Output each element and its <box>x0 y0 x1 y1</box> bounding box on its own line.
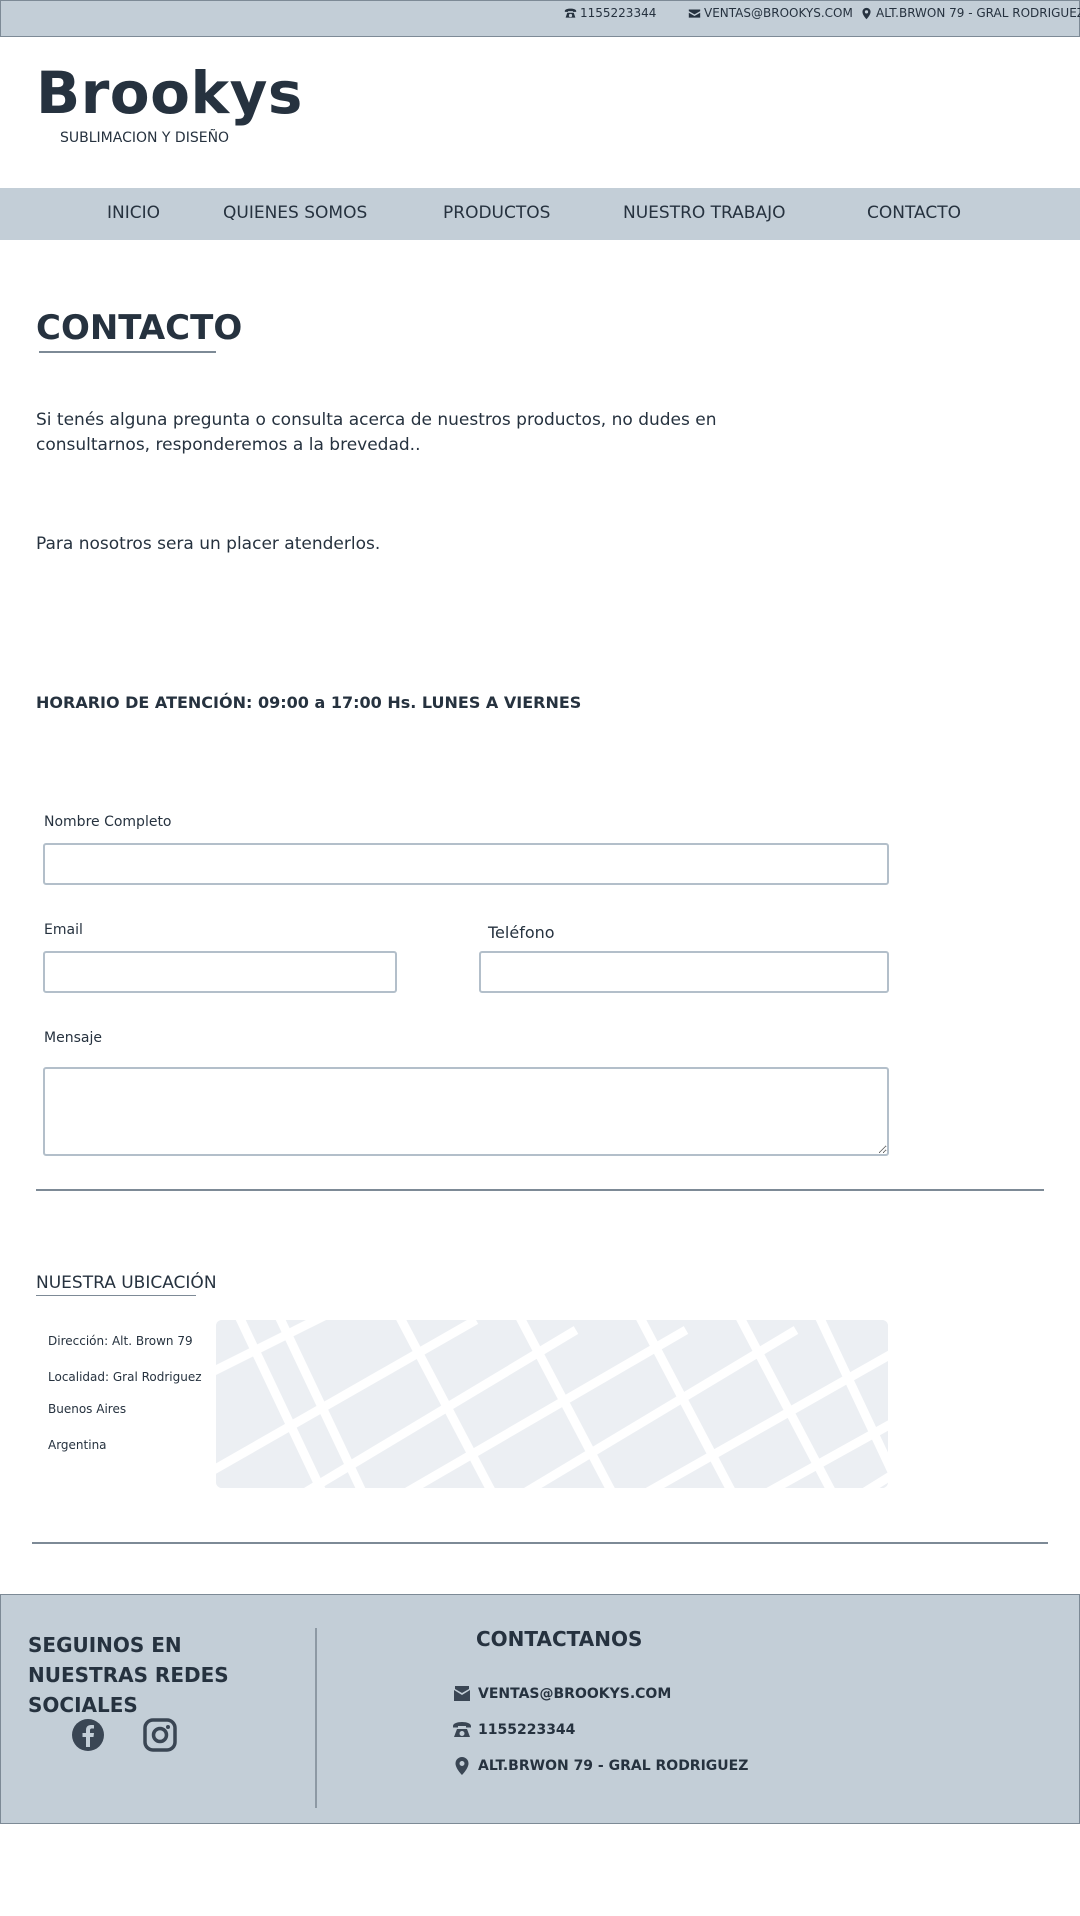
topbar-address[interactable]: ALT.BRWON 79 - GRAL RODRIGUEZ <box>860 6 1080 20</box>
name-label: Nombre Completo <box>44 814 172 830</box>
section-divider-bottom <box>32 1542 1048 1544</box>
mail-icon <box>688 8 701 18</box>
phone-icon <box>453 1722 471 1737</box>
page-title: CONTACTO <box>36 308 243 348</box>
intro-text: Si tenés alguna pregunta o consulta acer… <box>36 410 717 455</box>
name-field[interactable] <box>43 843 889 885</box>
social-title: SEGUINOS EN NUESTRAS REDES SOCIALES <box>28 1633 229 1717</box>
topbar-email-text: VENTAS@BROOKYS.COM <box>704 6 853 20</box>
footer-address[interactable]: ALT.BRWON 79 - GRAL RODRIGUEZ <box>452 1756 748 1776</box>
message-label: Mensaje <box>44 1030 102 1046</box>
location-pin-icon <box>455 1757 469 1775</box>
title-underline <box>39 351 216 353</box>
business-hours: HORARIO DE ATENCIÓN: 09:00 a 17:00 Hs. L… <box>36 693 582 712</box>
mail-icon <box>454 1686 470 1701</box>
pleasure-text: Para nosotros sera un placer atenderlos. <box>36 534 381 554</box>
location-title-underline <box>36 1295 196 1296</box>
footer-email[interactable]: VENTAS@BROOKYS.COM <box>452 1684 671 1704</box>
map-streets <box>216 1320 888 1488</box>
province-line: Buenos Aires <box>48 1402 127 1416</box>
nav-quienes-somos[interactable]: QUIENES SOMOS <box>223 203 367 223</box>
phone-field[interactable] <box>479 951 889 993</box>
phone-icon <box>564 8 577 18</box>
topbar-phone-text: 1155223344 <box>580 6 657 20</box>
locality-line: Localidad: Gral Rodriguez <box>48 1370 202 1384</box>
message-field[interactable] <box>43 1067 889 1156</box>
country-line: Argentina <box>48 1438 107 1452</box>
instagram-link[interactable] <box>143 1718 177 1752</box>
instagram-icon <box>143 1718 177 1752</box>
nav-inicio[interactable]: INICIO <box>107 203 160 223</box>
location-map[interactable] <box>216 1320 888 1488</box>
location-title: NUESTRA UBICACIÓN <box>36 1273 217 1293</box>
brand-logo[interactable]: Brookys <box>36 58 303 128</box>
section-divider <box>36 1189 1044 1191</box>
main-nav: INICIO QUIENES SOMOS PRODUCTOS NUESTRO T… <box>0 188 1080 240</box>
nav-nuestro-trabajo[interactable]: NUESTRO TRABAJO <box>623 203 786 223</box>
topbar-email[interactable]: VENTAS@BROOKYS.COM <box>688 6 853 20</box>
topbar-phone[interactable]: 1155223344 <box>564 6 656 20</box>
address-line: Dirección: Alt. Brown 79 <box>48 1334 193 1348</box>
footer-phone[interactable]: 1155223344 <box>452 1720 575 1740</box>
nav-productos[interactable]: PRODUCTOS <box>443 203 550 223</box>
nav-contacto[interactable]: CONTACTO <box>867 203 961 223</box>
phone-label: Teléfono <box>488 923 555 942</box>
footer-divider <box>315 1628 317 1808</box>
topbar-address-text: ALT.BRWON 79 - GRAL RODRIGUEZ <box>876 6 1080 20</box>
footer-address-text: ALT.BRWON 79 - GRAL RODRIGUEZ <box>478 1758 749 1774</box>
top-contact-bar: 1155223344 VENTAS@BROOKYS.COM ALT.BRWON … <box>0 0 1080 37</box>
footer-phone-text: 1155223344 <box>478 1722 576 1738</box>
email-field[interactable] <box>43 951 397 993</box>
facebook-link[interactable] <box>71 1718 105 1752</box>
location-pin-icon <box>862 7 871 19</box>
email-label: Email <box>44 922 83 938</box>
contact-title: CONTACTANOS <box>476 1627 643 1651</box>
facebook-icon <box>72 1719 104 1751</box>
footer-email-text: VENTAS@BROOKYS.COM <box>478 1686 672 1702</box>
brand-tagline: SUBLIMACION Y DISEÑO <box>60 130 230 146</box>
